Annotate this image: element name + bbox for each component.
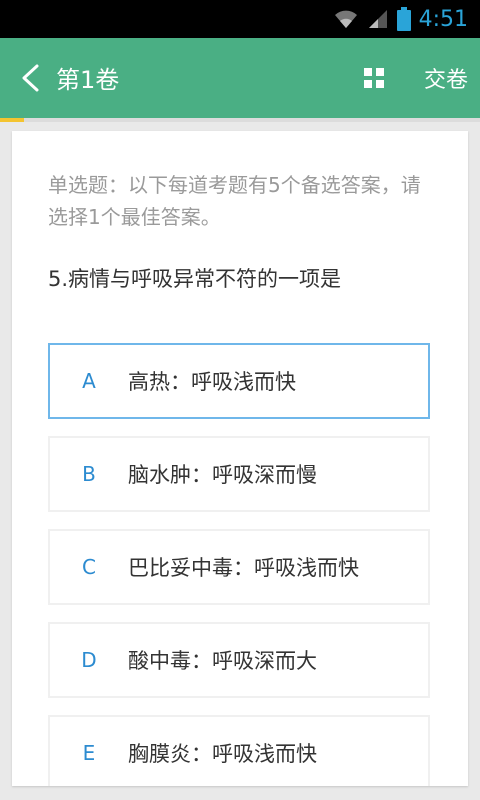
option-a[interactable]: A 高热：呼吸浅而快	[48, 343, 430, 419]
signal-icon	[368, 10, 387, 28]
question-stem: 5.病情与呼吸异常不符的一项是	[48, 267, 342, 291]
option-c[interactable]: C 巴比妥中毒：呼吸浅而快	[48, 529, 430, 605]
option-letter: D	[81, 648, 97, 672]
answer-sheet-button[interactable]	[360, 64, 388, 92]
back-arrow-icon	[22, 64, 39, 92]
option-text: 胸膜炎：呼吸浅而快	[128, 742, 317, 766]
progress-bar	[0, 118, 480, 122]
option-letter: C	[82, 555, 96, 579]
option-letter: B	[82, 462, 96, 486]
question-card: 单选题：以下每道考题有5个备选答案，请选择1个最佳答案。 5.病情与呼吸异常不符…	[12, 131, 468, 786]
battery-icon	[396, 7, 411, 31]
clock: 4:51	[418, 6, 468, 32]
status-icons: 4:51	[333, 0, 468, 38]
progress-fill	[0, 118, 24, 122]
status-bar: 4:51	[0, 0, 480, 38]
option-d[interactable]: D 酸中毒：呼吸深而大	[48, 622, 430, 698]
wifi-icon	[334, 10, 357, 28]
option-b[interactable]: B 脑水肿：呼吸深而慢	[48, 436, 430, 512]
page-title: 第1卷	[56, 66, 120, 94]
option-text: 高热：呼吸浅而快	[128, 370, 296, 394]
option-letter: A	[82, 369, 96, 393]
back-button[interactable]	[10, 56, 50, 100]
grid-icon	[364, 68, 384, 88]
option-e[interactable]: E 胸膜炎：呼吸浅而快	[48, 715, 430, 786]
app-bar: 第1卷 交卷	[0, 38, 480, 118]
option-letter: E	[82, 741, 96, 765]
option-text: 酸中毒：呼吸深而大	[128, 649, 317, 673]
option-text: 脑水肿：呼吸深而慢	[128, 463, 317, 487]
option-text: 巴比妥中毒：呼吸浅而快	[128, 556, 359, 580]
submit-button[interactable]: 交卷	[424, 62, 468, 94]
question-instructions: 单选题：以下每道考题有5个备选答案，请选择1个最佳答案。	[48, 173, 421, 229]
